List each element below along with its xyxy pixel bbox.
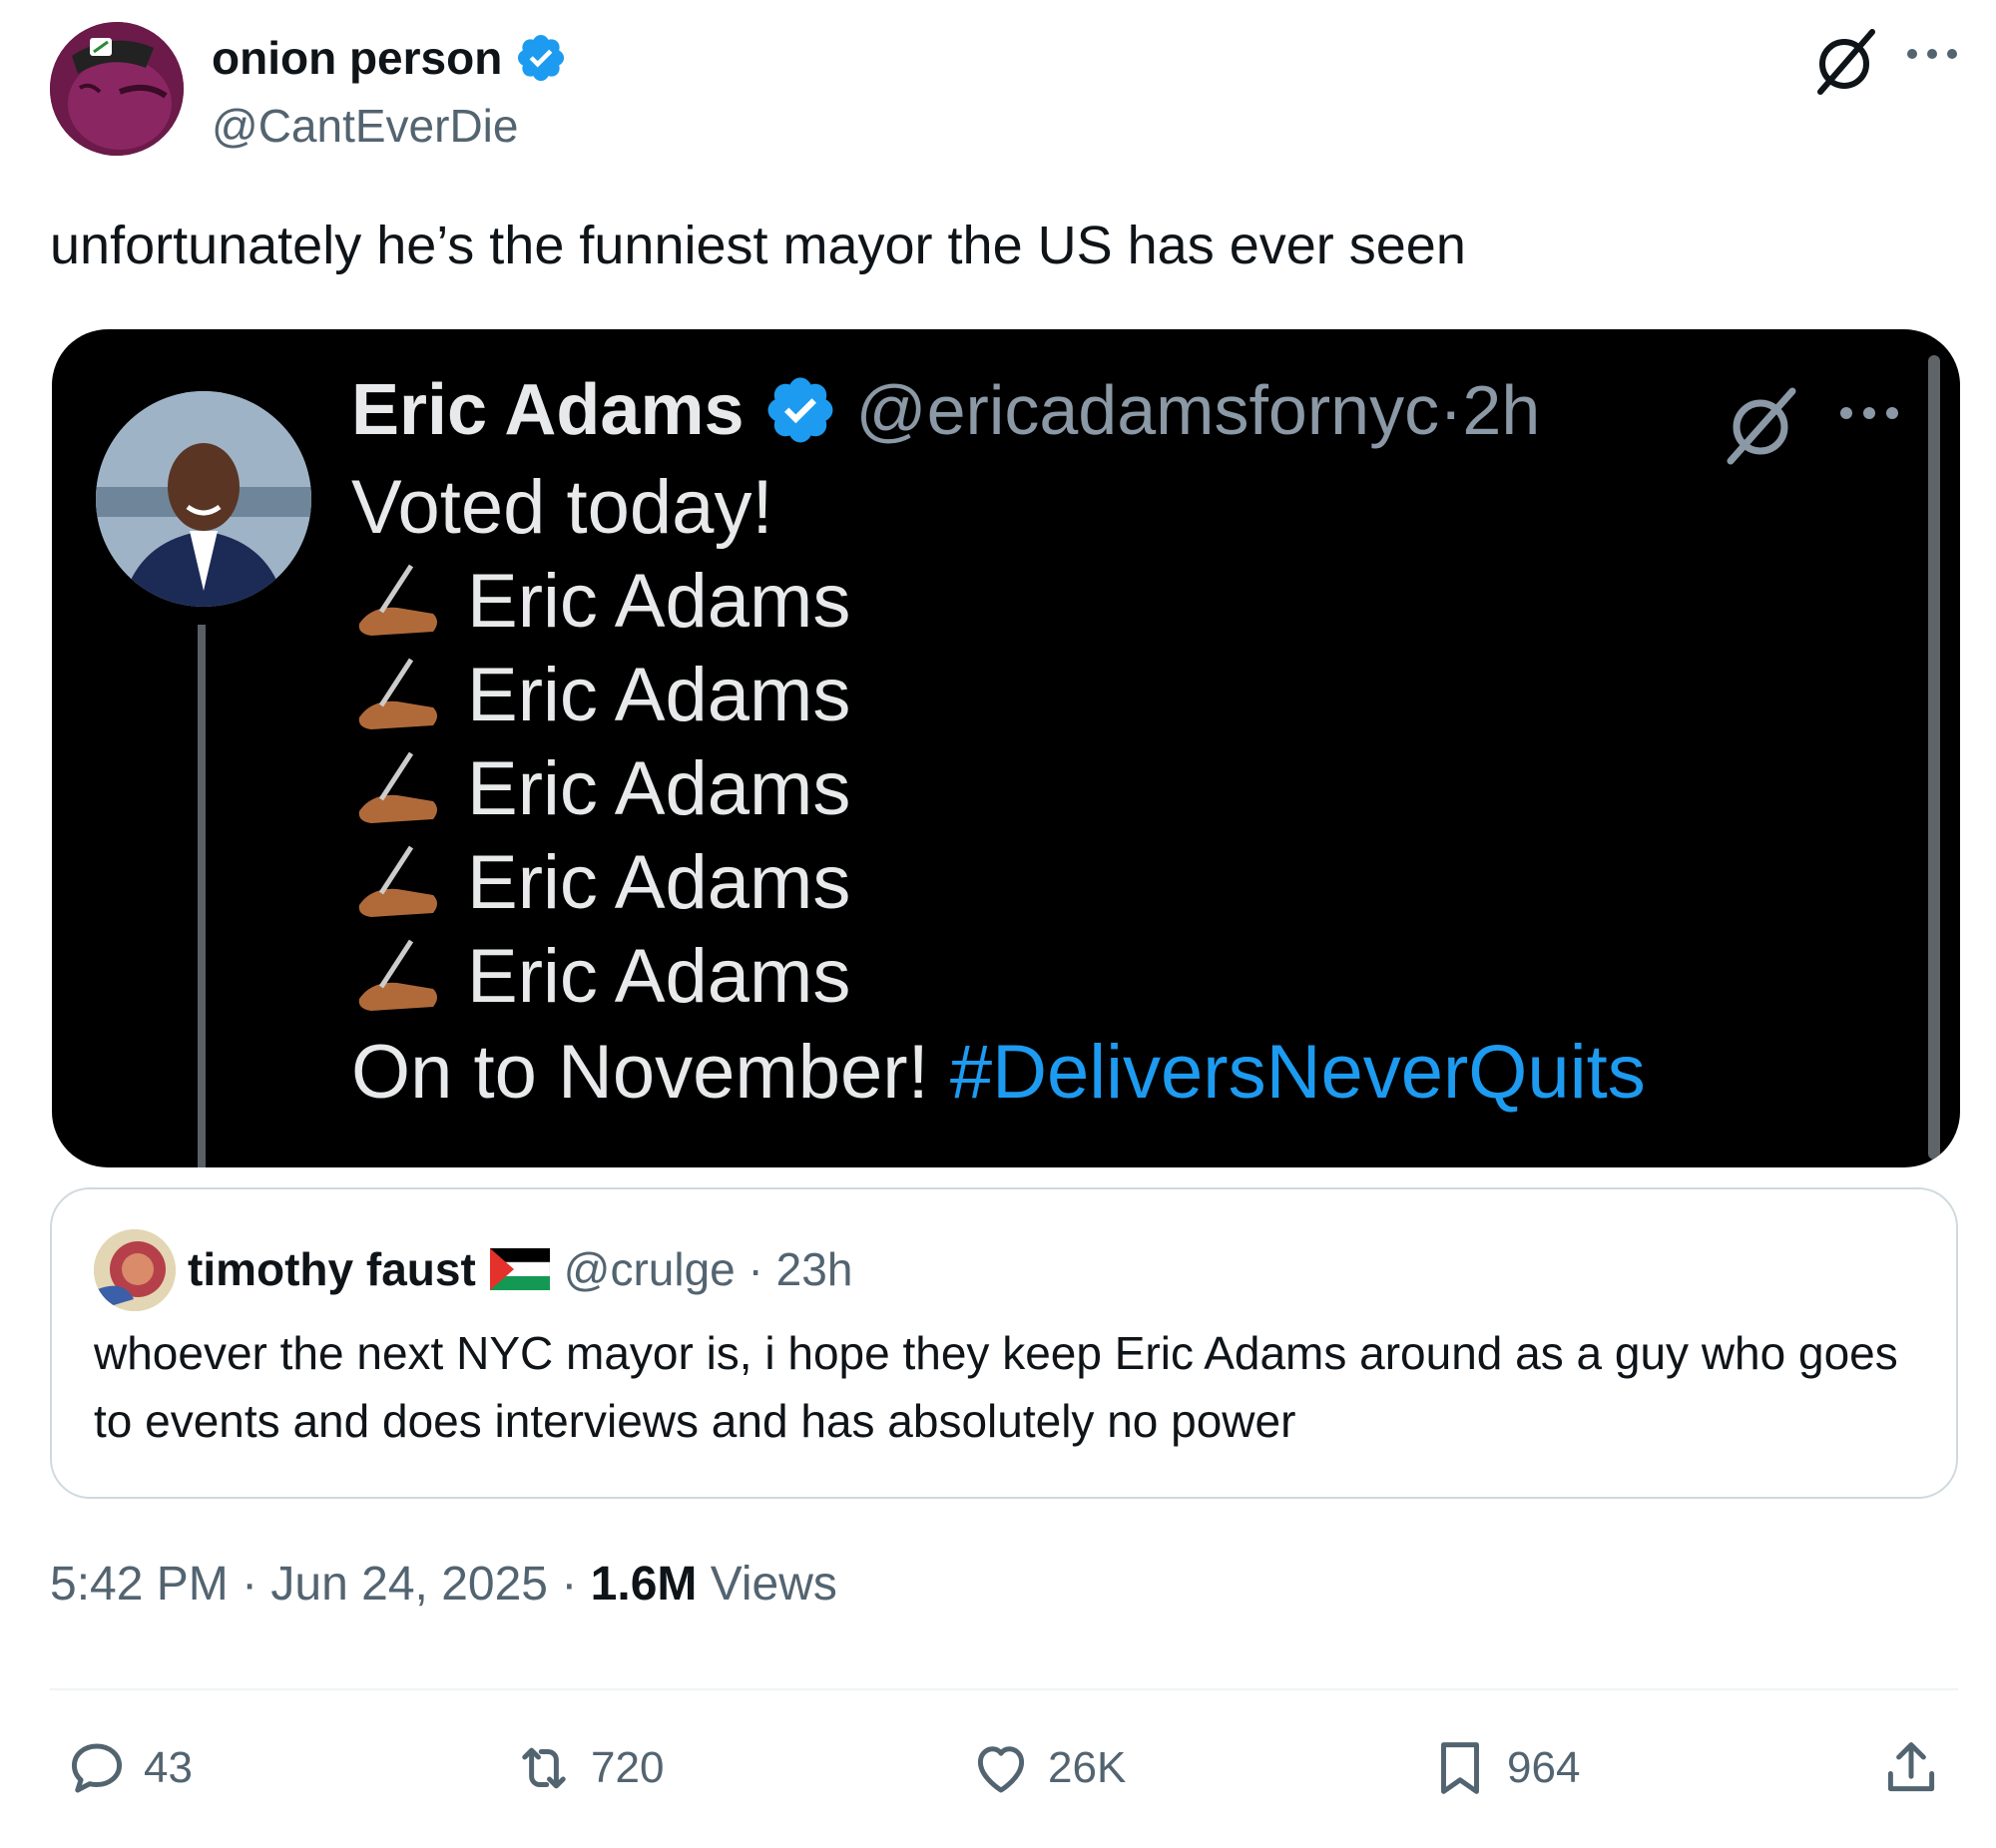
author-handle[interactable]: @CantEverDie <box>212 94 518 158</box>
meta-separator: · <box>228 1558 271 1611</box>
bookmark-button[interactable]: 964 <box>1427 1732 1580 1804</box>
bookmark-count: 964 <box>1507 1743 1581 1792</box>
reply-icon <box>71 1743 123 1793</box>
signature-text: Eric Adams <box>467 840 851 925</box>
writing-hand-icon <box>358 564 437 636</box>
screenshot-line-november: On to November! #DeliversNeverQuits <box>351 1026 1646 1120</box>
share-button[interactable] <box>1878 1732 1944 1804</box>
signature-line: Eric Adams <box>351 555 850 649</box>
attached-image[interactable]: Eric Adams @ericadamsfornyc·2h Voted tod… <box>52 329 1960 1167</box>
signature-text: Eric Adams <box>467 559 851 644</box>
views-label: Views <box>697 1558 837 1611</box>
quoted-tweet[interactable]: timothy faust @crulge · 23h whoever the … <box>50 1187 1958 1499</box>
grok-icon <box>1727 387 1796 465</box>
signature-text: Eric Adams <box>467 653 851 737</box>
tweet-date[interactable]: Jun 24, 2025 <box>270 1558 548 1611</box>
verified-badge-icon <box>767 377 832 443</box>
quote-text: whoever the next NYC mayor is, i hope th… <box>94 1327 1898 1447</box>
more-icon <box>1840 407 1898 419</box>
like-button[interactable]: 26K <box>968 1732 1126 1804</box>
verified-badge-icon <box>518 34 565 82</box>
signature-text: Eric Adams <box>467 746 851 831</box>
quote-author-name: timothy faust <box>188 1243 476 1295</box>
repost-button[interactable]: 720 <box>511 1732 664 1804</box>
share-icon <box>1887 1742 1935 1792</box>
reply-button[interactable]: 43 <box>64 1732 193 1804</box>
reply-count: 43 <box>144 1743 193 1792</box>
more-icon[interactable] <box>1902 30 1962 78</box>
author-name[interactable]: onion person <box>212 26 568 90</box>
views-count: 1.6M <box>590 1558 698 1611</box>
tweet-text: unfortunately he’s the funniest mayor th… <box>50 216 1466 275</box>
screenshot-header: Eric Adams @ericadamsfornyc·2h <box>351 369 1540 451</box>
screenshot-november-text: On to November! <box>351 1030 950 1115</box>
bookmark-icon <box>1441 1742 1479 1794</box>
quote-author-avatar <box>94 1229 176 1311</box>
signature-line: Eric Adams <box>351 649 850 742</box>
like-count: 26K <box>1048 1743 1127 1792</box>
screenshot-handle: @ericadamsfornyc·2h <box>855 371 1541 449</box>
grok-icon[interactable] <box>1806 22 1882 102</box>
quote-author-handle: @crulge · 23h <box>563 1243 853 1295</box>
hashtag-link: #DeliversNeverQuits <box>949 1030 1646 1115</box>
writing-hand-icon <box>358 658 437 729</box>
writing-hand-icon <box>358 939 437 1011</box>
repost-count: 720 <box>591 1743 665 1792</box>
author-avatar[interactable] <box>50 22 184 156</box>
screenshot-name: Eric Adams <box>351 370 745 450</box>
screenshot-avatar <box>96 391 311 607</box>
author-display-name[interactable]: onion person <box>212 26 502 90</box>
writing-hand-icon <box>358 845 437 917</box>
signature-line: Eric Adams <box>351 930 850 1024</box>
tweet-meta: 5:42 PM · Jun 24, 2025 · 1.6M Views <box>50 1557 837 1612</box>
quote-header: timothy faust @crulge · 23h <box>188 1229 852 1309</box>
heart-icon <box>977 1746 1025 1793</box>
screenshot-line-voted: Voted today! <box>351 465 773 550</box>
divider <box>50 1688 1958 1690</box>
signature-line: Eric Adams <box>351 742 850 836</box>
repost-icon <box>522 1747 566 1789</box>
meta-separator: · <box>548 1558 591 1611</box>
thread-line <box>198 625 206 1167</box>
tweet-time[interactable]: 5:42 PM <box>50 1558 229 1611</box>
writing-hand-icon <box>358 751 437 823</box>
signature-text: Eric Adams <box>467 934 851 1019</box>
screenshot-scrollbar <box>1928 355 1940 1159</box>
palestine-flag-icon <box>489 1248 550 1290</box>
signature-line: Eric Adams <box>351 836 850 930</box>
